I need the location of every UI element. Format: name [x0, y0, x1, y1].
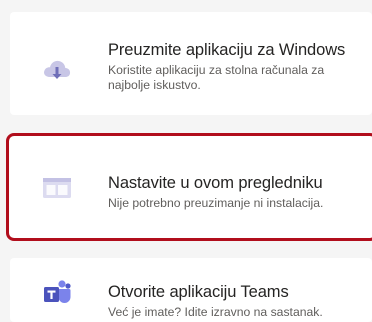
browser-window-icon — [40, 173, 74, 203]
option-description: Već je imate? Idite izravno na sastanak. — [108, 305, 323, 319]
option-description: Nije potrebno preuzimanje ni instalacija… — [108, 196, 324, 210]
option-title: Otvorite aplikaciju Teams — [108, 283, 289, 301]
option-title: Preuzmite aplikaciju za Windows — [108, 41, 346, 59]
open-teams-app-option[interactable]: Otvorite aplikaciju Teams Već je imate? … — [10, 258, 372, 322]
join-options-panel: Preuzmite aplikaciju za Windows Koristit… — [0, 0, 372, 322]
download-windows-app-option[interactable]: Preuzmite aplikaciju za Windows Koristit… — [10, 12, 372, 115]
teams-logo-icon — [40, 277, 74, 307]
cloud-download-icon — [40, 55, 74, 85]
continue-in-browser-option[interactable]: Nastavite u ovom pregledniku Nije potreb… — [6, 133, 372, 241]
option-description: Koristite aplikaciju za stolna računala … — [108, 63, 325, 92]
option-title: Nastavite u ovom pregledniku — [108, 174, 323, 192]
